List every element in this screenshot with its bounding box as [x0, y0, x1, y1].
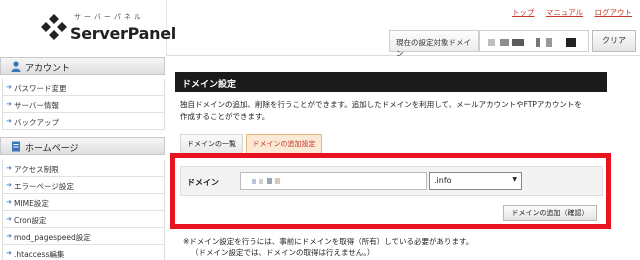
target-domain-label: 現在の設定対象ドメイン: [389, 30, 479, 58]
redacted-block: [566, 38, 576, 47]
red-highlight-box: [170, 153, 611, 229]
arrow-icon: ➔: [6, 100, 12, 108]
page-title: ドメイン設定: [175, 72, 607, 92]
arrow-icon: ➔: [6, 83, 12, 91]
sidebar-item-access-restriction[interactable]: ➔ アクセス制限: [3, 160, 164, 177]
description-line: 作成することができます。: [180, 112, 270, 121]
redacted-block: [512, 39, 524, 46]
description-line: 独自ドメインの追加、削除を行うことができます。追加したドメインを利用して、メール…: [180, 100, 582, 109]
sidebar-item-label: パスワード変更: [14, 84, 67, 93]
sidebar-item-label: サーバー情報: [14, 101, 59, 110]
sidebar-head-account-label: アカウント: [25, 64, 71, 74]
sidebar-item-password[interactable]: ➔ パスワード変更: [3, 79, 164, 96]
redacted-block: [536, 38, 540, 47]
sidebar-item-label: アクセス制限: [14, 165, 59, 174]
person-icon: [11, 61, 21, 72]
sidebar-item-label: mod_pagespeed設定: [14, 233, 91, 242]
arrow-icon: ➔: [6, 198, 12, 206]
sidebar-head-homepage: ホームページ: [0, 137, 165, 155]
redacted-block: [500, 39, 509, 46]
page-icon: [12, 141, 20, 152]
note: ※ドメイン設定を行うには、事前にドメインを取得（所有）している必要があります。 …: [183, 236, 473, 258]
sidebar-head-homepage-label: ホームページ: [25, 144, 79, 154]
arrow-icon: ➔: [6, 249, 12, 257]
logo[interactable]: サーバーパネル ServerPanel: [0, 0, 176, 56]
topbar: トップ マニュアル ログアウト 現在の設定対象ドメイン クリア: [167, 0, 640, 58]
redacted-block: [488, 39, 495, 46]
diamond-cluster-icon: [41, 14, 67, 40]
sidebar-item-label: .htaccess編集: [14, 250, 65, 259]
arrow-icon: ➔: [6, 232, 12, 240]
top-link[interactable]: トップ: [512, 8, 535, 17]
page-description: 独自ドメインの追加、削除を行うことができます。追加したドメインを利用して、メール…: [180, 99, 610, 123]
sidebar-item-cron[interactable]: ➔ Cron設定: [3, 211, 164, 228]
sidebar: サーバーパネル ServerPanel アカウント ➔ パスワード変更 ➔ サー…: [0, 0, 176, 260]
sidebar-item-label: Cron設定: [14, 216, 47, 225]
sidebar-item-mime[interactable]: ➔ MIME設定: [3, 194, 164, 211]
sidebar-item-label: バックアップ: [14, 118, 59, 127]
account-menu: ➔ パスワード変更 ➔ サーバー情報 ➔ バックアップ: [2, 79, 165, 130]
sidebar-item-backup[interactable]: ➔ バックアップ: [3, 113, 164, 130]
sidebar-item-label: エラーページ設定: [14, 182, 74, 191]
logo-text: ServerPanel: [70, 24, 176, 43]
logo-kana: サーバーパネル: [74, 13, 144, 21]
sidebar-head-account: アカウント: [0, 57, 165, 75]
arrow-icon: ➔: [6, 181, 12, 189]
target-domain-value: [479, 30, 589, 52]
top-links: トップ マニュアル ログアウト: [503, 7, 632, 18]
tab-domain-list[interactable]: ドメインの一覧: [180, 134, 243, 154]
sidebar-item-server-info[interactable]: ➔ サーバー情報: [3, 96, 164, 113]
arrow-icon: ➔: [6, 117, 12, 125]
sidebar-item-pagespeed[interactable]: ➔ mod_pagespeed設定: [3, 228, 164, 245]
arrow-icon: ➔: [6, 164, 12, 172]
redacted-block: [546, 38, 552, 47]
note-line: ※ドメイン設定を行うには、事前にドメインを取得（所有）している必要があります。: [183, 237, 474, 246]
sidebar-item-label: MIME設定: [14, 199, 49, 208]
clear-button[interactable]: クリア: [592, 30, 636, 52]
note-line: （ドメイン設定では、ドメインの取得は行えません。）: [191, 248, 375, 257]
homepage-menu: ➔ アクセス制限 ➔ エラーページ設定 ➔ MIME設定 ➔ Cron設定 ➔ …: [2, 160, 165, 260]
tab-domain-add[interactable]: ドメインの追加設定: [246, 134, 322, 154]
manual-link[interactable]: マニュアル: [546, 8, 583, 17]
sidebar-item-error-page[interactable]: ➔ エラーページ設定: [3, 177, 164, 194]
logout-link[interactable]: ログアウト: [595, 8, 633, 17]
arrow-icon: ➔: [6, 215, 12, 223]
sidebar-item-htaccess[interactable]: ➔ .htaccess編集: [3, 245, 164, 260]
